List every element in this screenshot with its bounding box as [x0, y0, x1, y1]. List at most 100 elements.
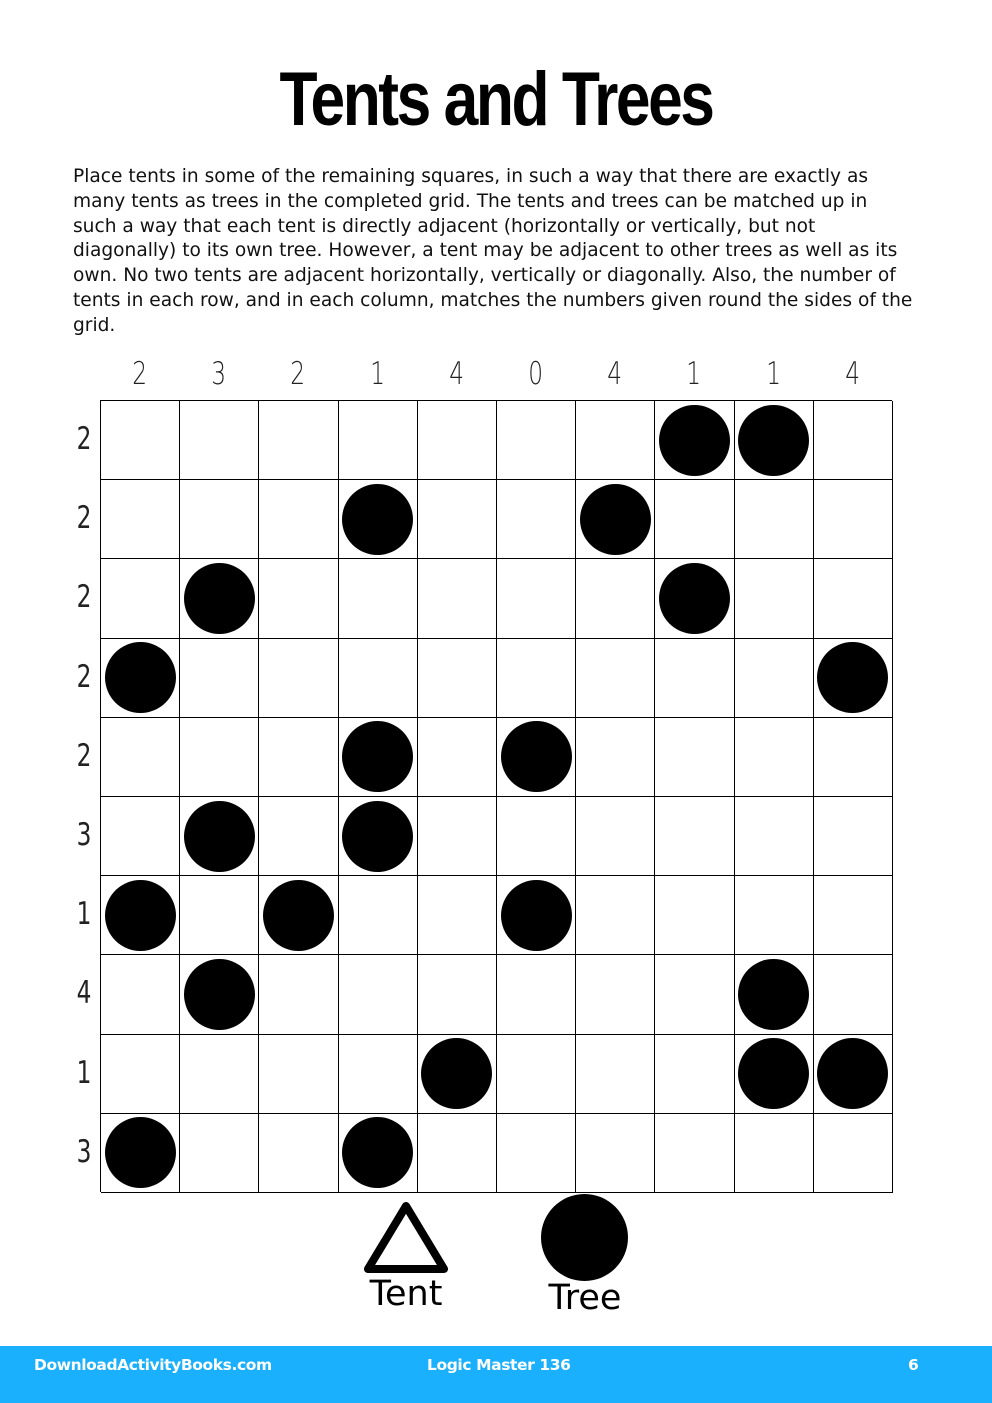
grid-cell[interactable]	[496, 638, 577, 718]
grid-cell[interactable]	[813, 559, 893, 639]
grid-cell[interactable]	[417, 876, 497, 956]
instructions-text: Place tents in some of the remaining squ…	[73, 166, 913, 336]
grid-cell[interactable]	[655, 717, 735, 797]
grid-cell[interactable]	[338, 955, 418, 1035]
grid-cell[interactable]	[576, 1113, 656, 1193]
grid-cell[interactable]	[338, 638, 418, 718]
grid-cell[interactable]	[259, 796, 339, 877]
grid-cell	[180, 796, 260, 877]
grid-cell[interactable]	[417, 796, 497, 877]
grid-cell[interactable]	[180, 1113, 260, 1193]
grid-cell[interactable]	[180, 1034, 260, 1114]
grid-cell[interactable]	[576, 638, 656, 718]
grid-cell[interactable]	[259, 480, 339, 560]
grid-cell[interactable]	[101, 1034, 181, 1114]
grid-cell[interactable]	[734, 717, 814, 797]
grid-cell[interactable]	[655, 1113, 735, 1193]
row-clue: 2	[76, 421, 92, 457]
row-clue: 3	[76, 817, 92, 853]
tree-legend-label: Tree	[548, 1278, 622, 1318]
grid-cell[interactable]	[101, 559, 181, 639]
tent-legend-label: Tent	[369, 1274, 443, 1314]
tree-icon	[500, 879, 572, 951]
grid-cell[interactable]	[576, 955, 656, 1035]
grid-cell[interactable]	[417, 401, 497, 481]
grid-cell[interactable]	[655, 796, 735, 877]
grid-cell[interactable]	[813, 796, 893, 877]
grid-cell[interactable]	[496, 559, 577, 639]
column-clue: 4	[448, 356, 464, 392]
grid-cell[interactable]	[496, 480, 577, 560]
grid-cell[interactable]	[576, 1034, 656, 1114]
grid-cell[interactable]	[180, 480, 260, 560]
grid-cell[interactable]	[576, 717, 656, 797]
grid-cell[interactable]	[655, 638, 735, 718]
grid-cell[interactable]	[655, 480, 735, 560]
grid-cell[interactable]	[338, 559, 418, 639]
grid-cell[interactable]	[180, 638, 260, 718]
grid-cell[interactable]	[338, 1034, 418, 1114]
tree-icon	[104, 1117, 176, 1189]
grid-cell[interactable]	[259, 717, 339, 797]
grid-cell[interactable]	[259, 401, 339, 481]
grid-cell	[338, 717, 418, 797]
footer-site-link[interactable]: DownloadActivityBooks.com	[34, 1356, 272, 1374]
grid-cell[interactable]	[259, 1113, 339, 1193]
grid-cell[interactable]	[259, 559, 339, 639]
grid-cell[interactable]	[101, 401, 181, 481]
column-clue: 4	[844, 356, 860, 392]
grid-cell[interactable]	[813, 717, 893, 797]
grid-cell[interactable]	[813, 401, 893, 481]
grid-cell[interactable]	[655, 955, 735, 1035]
tree-icon	[541, 1194, 628, 1281]
row-clue: 2	[76, 658, 92, 695]
column-clue: 1	[686, 356, 702, 392]
grid-cell[interactable]	[417, 1113, 497, 1193]
grid-cell[interactable]	[496, 955, 577, 1035]
grid-cell[interactable]	[417, 559, 497, 639]
grid-cell[interactable]	[734, 796, 814, 877]
grid-cell[interactable]	[813, 480, 893, 560]
footer-bar: DownloadActivityBooks.com Logic Master 1…	[0, 1346, 992, 1403]
grid-cell[interactable]	[417, 717, 497, 797]
grid-cell[interactable]	[734, 480, 814, 560]
grid-cell[interactable]	[180, 717, 260, 797]
grid-cell[interactable]	[734, 876, 814, 956]
grid-cell[interactable]	[417, 480, 497, 560]
grid-cell[interactable]	[338, 401, 418, 481]
grid-cell[interactable]	[101, 796, 181, 877]
grid-cell	[101, 638, 181, 718]
grid-cell[interactable]	[734, 638, 814, 718]
grid-cell[interactable]	[734, 559, 814, 639]
grid-cell[interactable]	[813, 955, 893, 1035]
grid-cell[interactable]	[417, 955, 497, 1035]
grid-cell[interactable]	[101, 480, 181, 560]
grid-cell[interactable]	[576, 796, 656, 877]
tree-icon	[817, 642, 889, 714]
grid-cell[interactable]	[417, 638, 497, 718]
grid-cell[interactable]	[101, 717, 181, 797]
tree-icon	[183, 800, 255, 872]
grid-cell	[101, 1113, 181, 1193]
grid-cell[interactable]	[496, 401, 577, 481]
grid-cell[interactable]	[496, 796, 577, 877]
grid-cell[interactable]	[259, 1034, 339, 1114]
grid-cell[interactable]	[655, 876, 735, 956]
grid-cell	[259, 876, 339, 956]
grid-cell	[338, 1113, 418, 1193]
grid-cell[interactable]	[259, 955, 339, 1035]
grid-cell[interactable]	[180, 401, 260, 481]
grid-cell[interactable]	[496, 1113, 577, 1193]
grid-cell[interactable]	[576, 559, 656, 639]
grid-cell[interactable]	[180, 876, 260, 956]
grid-cell[interactable]	[734, 1113, 814, 1193]
grid-cell[interactable]	[576, 401, 656, 481]
grid-cell[interactable]	[101, 955, 181, 1035]
grid-cell[interactable]	[655, 1034, 735, 1114]
grid-cell[interactable]	[813, 1113, 893, 1193]
grid-cell[interactable]	[576, 876, 656, 956]
grid-cell[interactable]	[813, 876, 893, 956]
grid-cell[interactable]	[259, 638, 339, 718]
grid-cell[interactable]	[338, 876, 418, 956]
grid-cell[interactable]	[496, 1034, 577, 1114]
